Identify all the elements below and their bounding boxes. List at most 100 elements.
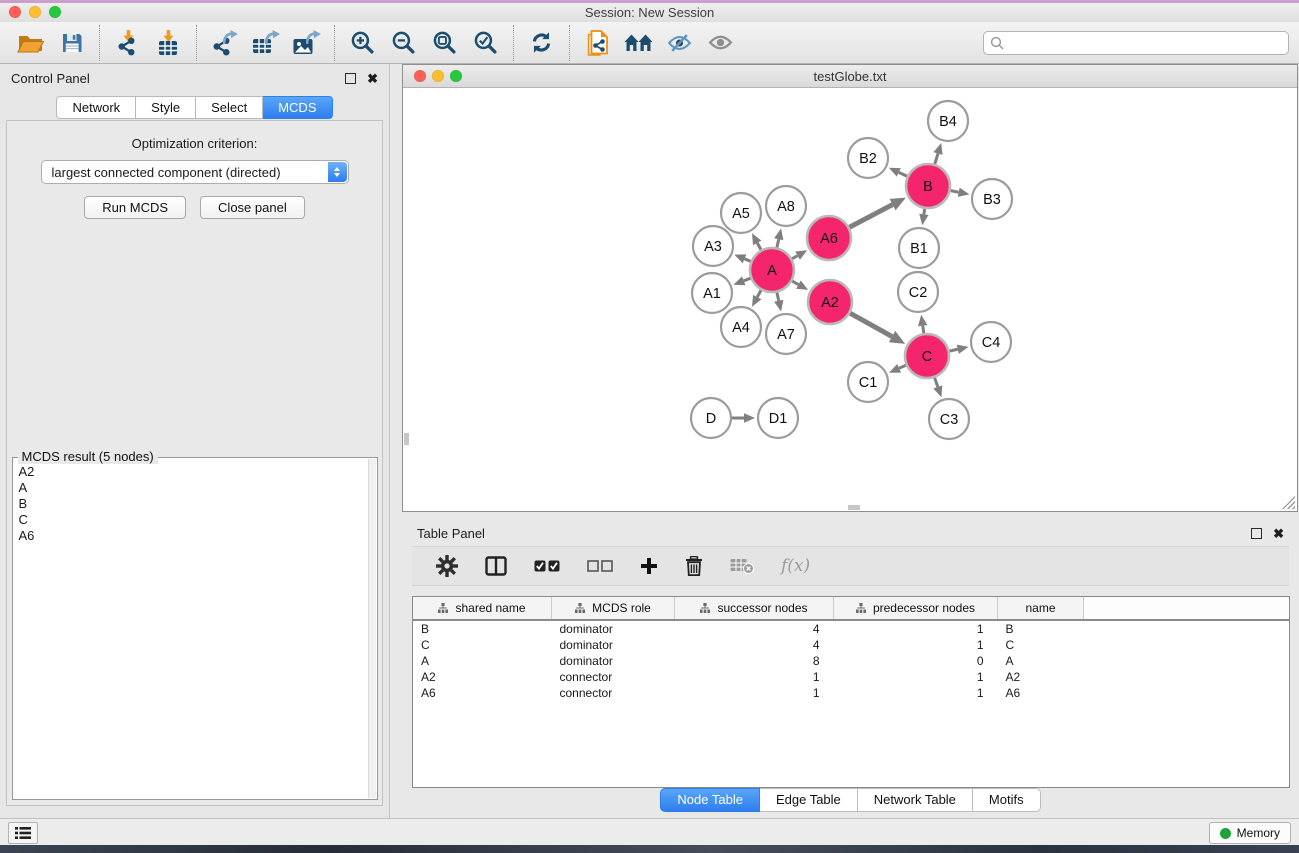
zoom-in-button[interactable] [342,26,383,60]
table-row[interactable]: Adominator80A [413,653,1289,669]
window-titlebar[interactable]: Session: New Session [0,3,1299,23]
tab-mcds[interactable]: MCDS [263,96,332,119]
network-zoom-button[interactable] [450,70,462,82]
graph-node-A5[interactable]: A5 [721,193,761,233]
delete-column-icon[interactable] [685,556,703,576]
mcds-list-scrollbar[interactable] [368,459,376,798]
table-row[interactable]: A6connector11A6 [413,685,1289,701]
graph-node-A[interactable]: A [750,248,794,292]
table-cell: B [998,620,1084,637]
mcds-result-item[interactable]: B [19,496,368,512]
save-session-button[interactable] [51,26,92,60]
criterion-select[interactable]: largest connected component (directed) [41,160,349,184]
column-header-MCDS-role[interactable]: MCDS role [552,597,675,620]
close-panel-button[interactable]: Close panel [200,196,305,219]
close-table-panel-icon[interactable]: ✖ [1273,527,1284,540]
tab-node-table[interactable]: Node Table [660,788,760,812]
graph-node-A8[interactable]: A8 [766,186,806,226]
toolbar-separator [99,25,100,61]
show-graphics-details-button[interactable] [700,26,741,60]
float-panel-icon[interactable] [345,73,356,84]
graph-node-A3[interactable]: A3 [693,226,733,266]
graph-node-C[interactable]: C [905,334,949,378]
graph-node-C2[interactable]: C2 [898,272,938,312]
tab-network-table[interactable]: Network Table [858,788,973,812]
horizontal-scrollbar-thumb[interactable] [848,505,860,510]
table-row[interactable]: A2connector11A2 [413,669,1289,685]
graph-node-C4[interactable]: C4 [971,322,1011,362]
graph-node-C3[interactable]: C3 [929,399,969,439]
delete-table-icon [730,558,754,574]
select-stepper-icon [328,162,347,182]
graph-node-B4[interactable]: B4 [928,101,968,141]
graph-edge-arrowhead [734,254,746,263]
open-folder-icon [17,32,44,54]
settings-gear-icon[interactable] [436,555,458,577]
graph-node-B1[interactable]: B1 [899,228,939,268]
mcds-result-item[interactable]: A6 [19,528,368,544]
split-table-icon[interactable] [485,556,507,576]
import-network-icon [114,30,142,56]
zoom-selected-button[interactable] [465,26,506,60]
zoom-fit-button[interactable] [424,26,465,60]
mcds-panel: Optimization criterion: largest connecte… [6,120,383,806]
column-header-name[interactable]: name [998,597,1084,620]
deselect-all-icon[interactable] [587,560,613,572]
tab-select[interactable]: Select [196,96,263,119]
graph-node-D[interactable]: D [691,398,731,438]
hide-graphics-details-button[interactable] [659,26,700,60]
svg-text:A7: A7 [777,327,795,343]
search-box[interactable] [983,31,1289,55]
graph-node-A2[interactable]: A2 [808,280,852,324]
tab-motifs[interactable]: Motifs [973,788,1041,812]
graph-node-A7[interactable]: A7 [766,314,806,354]
memory-button[interactable]: Memory [1209,822,1291,844]
close-panel-icon[interactable]: ✖ [367,72,378,85]
column-header-successor-nodes[interactable]: successor nodes [675,597,834,620]
network-canvas[interactable]: B4 B2 B B3 A5A8A6 A3 A B1 A1 A2 C2 A4 A7 C4 C C1 C3 D D1 [404,88,1296,510]
tab-style[interactable]: Style [136,96,196,119]
column-header-shared-name[interactable]: shared name [413,597,552,620]
mcds-result-item[interactable]: C [19,512,368,528]
shared-column-icon [700,603,710,613]
network-window-titlebar[interactable]: testGlobe.txt [403,65,1297,88]
graph-node-A1[interactable]: A1 [692,273,732,313]
graph-node-D1[interactable]: D1 [758,398,798,438]
graph-node-B[interactable]: B [906,164,950,208]
node-table-header-row: shared nameMCDS rolesuccessor nodesprede… [413,597,1289,620]
svg-text:A2: A2 [821,295,839,311]
export-table-button[interactable] [245,26,286,60]
open-file-button[interactable] [10,26,51,60]
column-header-predecessor-nodes[interactable]: predecessor nodes [834,597,998,620]
float-table-panel-icon[interactable] [1251,528,1262,539]
graph-node-A4[interactable]: A4 [721,307,761,347]
graph-node-A6[interactable]: A6 [807,216,851,260]
new-network-from-file-button[interactable] [577,26,618,60]
mcds-result-item[interactable]: A2 [19,464,368,480]
run-mcds-button[interactable]: Run MCDS [84,196,186,219]
export-network-button[interactable] [204,26,245,60]
add-column-icon[interactable] [640,557,658,575]
select-all-icon[interactable] [534,560,560,572]
graph-node-B2[interactable]: B2 [848,138,888,178]
zoom-out-button[interactable] [383,26,424,60]
export-image-button[interactable] [286,26,327,60]
graph-node-B3[interactable]: B3 [972,179,1012,219]
table-row[interactable]: Bdominator41B [413,620,1289,637]
import-network-button[interactable] [107,26,148,60]
vertical-scrollbar-thumb[interactable] [404,433,409,445]
mcds-result-item[interactable]: A [19,480,368,496]
table-cell: A [998,653,1084,669]
import-table-button[interactable] [148,26,189,60]
tab-edge-table[interactable]: Edge Table [760,788,858,812]
table-row[interactable]: Cdominator41C [413,637,1289,653]
task-history-button[interactable] [8,822,38,844]
graph-node-C1[interactable]: C1 [848,362,888,402]
network-minimize-button[interactable] [432,70,444,82]
search-icon [990,36,1004,50]
network-close-button[interactable] [414,70,426,82]
refresh-button[interactable] [521,26,562,60]
home-pair-button[interactable] [618,26,659,60]
tab-network[interactable]: Network [56,96,136,119]
search-input[interactable] [1008,35,1282,51]
